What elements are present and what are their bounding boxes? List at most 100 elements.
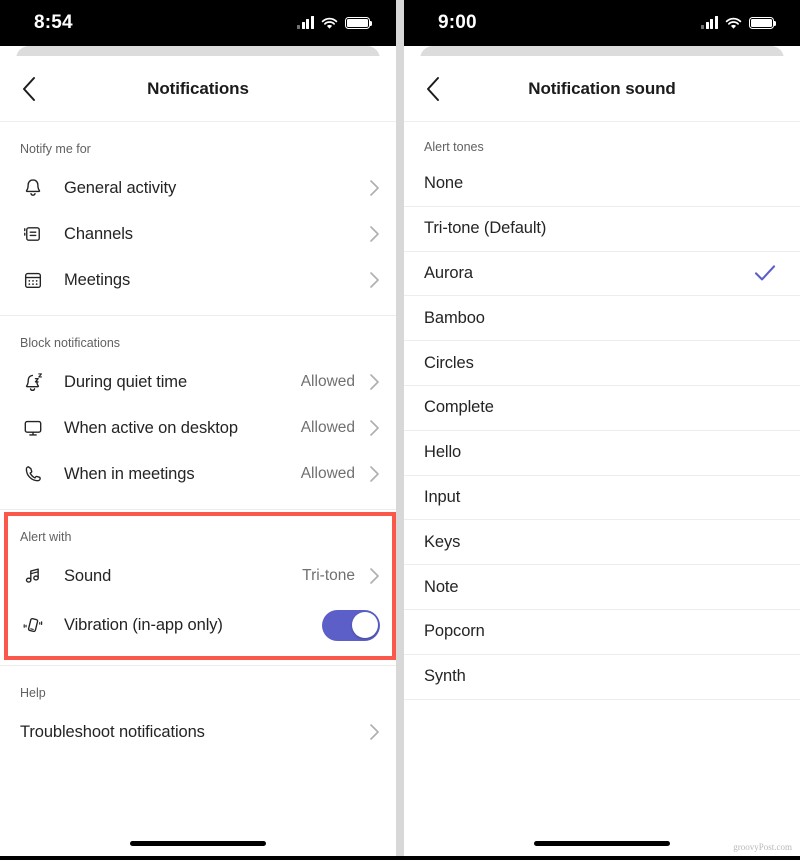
wifi-icon (725, 17, 742, 30)
tone-label: Complete (424, 398, 494, 417)
chevron-right-icon (369, 567, 380, 585)
vibration-toggle[interactable] (322, 609, 380, 641)
phone-call-icon (20, 461, 46, 487)
section-header-notify-me-for: Notify me for (20, 142, 91, 156)
tone-row[interactable]: Aurora (404, 252, 800, 297)
chevron-left-icon (427, 76, 439, 101)
cellular-bars-icon (297, 16, 314, 29)
tone-row[interactable]: Hello (404, 431, 800, 476)
tone-row[interactable]: Circles (404, 341, 800, 386)
home-indicator (534, 841, 670, 846)
row-when-active-on-desktop[interactable]: When active on desktop Allowed (0, 405, 396, 451)
row-label: Vibration (in-app only) (64, 615, 223, 634)
back-button[interactable] (414, 70, 452, 108)
back-button[interactable] (10, 70, 48, 108)
tone-row[interactable]: Synth (404, 655, 800, 700)
row-label: Channels (64, 224, 133, 243)
bottom-edge (0, 856, 800, 860)
calendar-icon (20, 267, 46, 293)
status-bar-right: 9:00 (404, 0, 800, 46)
section-header-alert-with: Alert with (20, 530, 72, 544)
tone-label: None (424, 174, 464, 193)
cellular-bars-icon (701, 16, 718, 29)
row-value: Allowed (300, 373, 355, 390)
tone-row[interactable]: Complete (404, 386, 800, 431)
chevron-left-icon (23, 76, 35, 101)
section-header-alert-tones: Alert tones (424, 140, 484, 154)
wifi-icon (321, 17, 338, 30)
tone-row[interactable]: Popcorn (404, 610, 800, 655)
nav-bar-left: Notifications (0, 56, 396, 122)
home-indicator (130, 841, 266, 846)
tone-row[interactable]: Note (404, 565, 800, 610)
status-bar-icons (701, 16, 777, 30)
row-label: When active on desktop (64, 418, 238, 437)
tone-label: Hello (424, 443, 462, 462)
row-general-activity[interactable]: General activity (0, 165, 396, 211)
tone-label: Aurora (424, 263, 473, 282)
row-label: When in meetings (64, 464, 195, 483)
row-meetings[interactable]: Meetings (0, 257, 396, 303)
bell-icon (20, 175, 46, 201)
row-sound[interactable]: Sound Tri-tone (0, 553, 396, 599)
alert-tones-list: Alert tones None Tri-tone (Default) Aurora… (404, 122, 800, 860)
row-label: During quiet time (64, 372, 188, 391)
battery-icon (345, 17, 373, 29)
row-value: Allowed (300, 419, 355, 436)
status-bar-clock: 9:00 (438, 12, 477, 33)
chevron-right-icon (369, 373, 380, 391)
chevron-right-icon (369, 465, 380, 483)
tone-row[interactable]: Keys (404, 520, 800, 566)
channels-icon (20, 221, 46, 247)
chevron-right-icon (369, 419, 380, 437)
bell-sleep-icon (20, 369, 46, 395)
tone-label: Note (424, 577, 459, 596)
tone-row[interactable]: Input (404, 476, 800, 521)
watermark: groovyPost.com (733, 842, 792, 852)
tone-row[interactable]: Tri-tone (Default) (404, 207, 800, 252)
row-troubleshoot-notifications[interactable]: Troubleshoot notifications (0, 709, 396, 755)
chevron-right-icon (369, 179, 380, 197)
row-label: Meetings (64, 270, 131, 289)
tone-label: Bamboo (424, 308, 485, 327)
battery-icon (749, 17, 777, 29)
checkmark-icon (754, 263, 776, 283)
section-header-help: Help (20, 686, 46, 700)
left-phone-screen: 8:54 Notifications Notify me for General… (0, 0, 396, 860)
row-value: Allowed (300, 465, 355, 482)
right-phone-screen: 9:00 Notification sound Alert tones None… (404, 0, 800, 860)
status-bar-clock: 8:54 (34, 12, 73, 33)
row-label: General activity (64, 178, 177, 197)
tone-label: Keys (424, 532, 461, 551)
row-channels[interactable]: Channels (0, 211, 396, 257)
chevron-right-icon (369, 723, 380, 741)
tone-label: Circles (424, 353, 474, 372)
section-header-block-notifications: Block notifications (20, 336, 121, 350)
dual-phone-screenshot: 8:54 Notifications Notify me for General… (0, 0, 800, 860)
tone-label: Input (424, 487, 461, 506)
monitor-icon (20, 415, 46, 441)
row-when-in-meetings[interactable]: When in meetings Allowed (0, 451, 396, 497)
status-bar-icons (297, 16, 373, 30)
settings-list: Notify me for General activity Channels … (0, 122, 396, 860)
tone-label: Synth (424, 667, 466, 686)
page-title: Notification sound (528, 78, 676, 98)
music-note-icon (20, 563, 46, 589)
row-during-quiet-time[interactable]: During quiet time Allowed (0, 359, 396, 405)
tone-row[interactable]: None (404, 162, 800, 207)
row-label: Sound (64, 566, 112, 585)
tone-list-container: None Tri-tone (Default) Aurora Bamboo Circle… (404, 162, 800, 700)
row-label: Troubleshoot notifications (20, 722, 205, 741)
tone-row[interactable]: Bamboo (404, 296, 800, 342)
chevron-right-icon (369, 225, 380, 243)
toggle-knob (351, 612, 378, 638)
page-title: Notifications (147, 78, 249, 98)
nav-bar-right: Notification sound (404, 56, 800, 122)
tone-label: Popcorn (424, 622, 485, 641)
tone-label: Tri-tone (Default) (424, 219, 547, 238)
row-vibration[interactable]: Vibration (in-app only) (0, 599, 396, 651)
status-bar-left: 8:54 (0, 0, 396, 46)
vibration-icon (20, 612, 46, 638)
chevron-right-icon (369, 271, 380, 289)
row-value: Tri-tone (302, 567, 355, 584)
